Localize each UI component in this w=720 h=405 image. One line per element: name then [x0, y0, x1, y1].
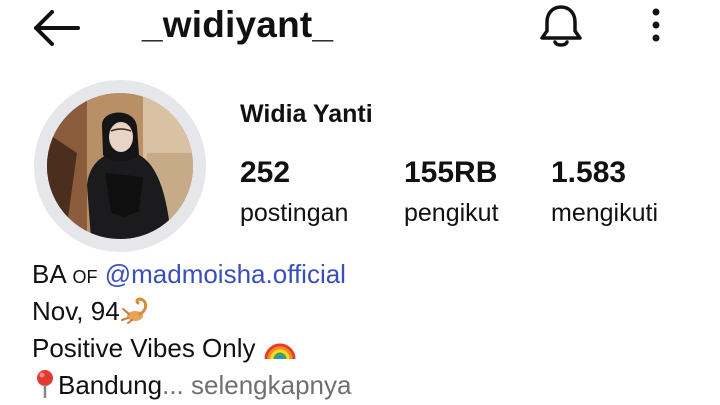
followers-label: pengikut	[404, 199, 499, 227]
posts-stat[interactable]: 252 postingan	[240, 156, 348, 228]
profile-avatar[interactable]	[34, 80, 206, 252]
bio-birthdate: Nov, 94	[32, 296, 120, 326]
more-options-button[interactable]	[640, 4, 672, 46]
bell-icon	[540, 5, 582, 47]
following-count: 1.583	[551, 156, 627, 189]
rainbow-icon	[264, 343, 296, 360]
see-more-link[interactable]: selengkapnya	[191, 370, 351, 400]
more-vertical-icon	[652, 8, 660, 42]
bio-location: Bandung	[58, 370, 163, 400]
back-button[interactable]	[30, 8, 82, 48]
bio-brand-ambassador: BA	[32, 259, 66, 289]
profile-full-name: Widia Yanti	[240, 100, 373, 128]
posts-count: 252	[240, 156, 291, 189]
avatar-image	[47, 93, 193, 239]
profile-username: _widiyant_	[142, 4, 334, 45]
notifications-button[interactable]	[536, 2, 586, 50]
bio-mention-link[interactable]: @madmoisha.official	[105, 259, 346, 289]
followers-count: 155RB	[404, 156, 498, 189]
bio-line-1: BA of @madmoisha.official	[32, 256, 351, 293]
arrow-left-icon	[34, 10, 80, 46]
following-label: mengikuti	[551, 199, 658, 227]
bio-ellipsis: ...	[162, 370, 184, 400]
profile-bio: BA of @madmoisha.official Nov, 94 Positi…	[32, 256, 351, 404]
pin-icon	[37, 370, 53, 398]
top-bar: _widiyant_	[0, 0, 720, 60]
following-stat[interactable]: 1.583 mengikuti	[551, 156, 658, 228]
bio-line-2: Nov, 94	[32, 293, 351, 330]
scorpion-icon	[120, 297, 147, 324]
bio-of-text: of	[72, 259, 98, 289]
posts-label: postingan	[240, 199, 349, 227]
followers-stat[interactable]: 155RB pengikut	[404, 156, 499, 228]
bio-line-3: Positive Vibes Only	[32, 330, 351, 367]
bio-line-4: Bandung... selengkapnya	[32, 367, 351, 404]
bio-tagline: Positive Vibes Only	[32, 333, 256, 363]
